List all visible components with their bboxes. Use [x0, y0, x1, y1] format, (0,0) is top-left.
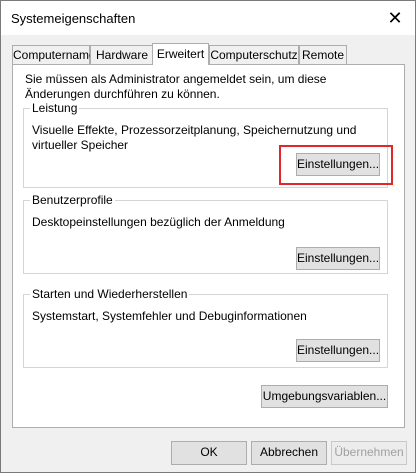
close-icon[interactable]: ✕ [381, 5, 409, 31]
cancel-button[interactable]: Abbrechen [251, 441, 327, 465]
startup-recovery-settings-button[interactable]: Einstellungen... [296, 339, 380, 362]
title-bar: Systemeigenschaften ✕ [1, 1, 415, 35]
admin-notice: Sie müssen als Administrator angemeldet … [25, 72, 327, 101]
advanced-tab-panel: Sie müssen als Administrator angemeldet … [12, 64, 405, 428]
highlight-box [279, 145, 393, 185]
window-title: Systemeigenschaften [11, 11, 136, 26]
environment-variables-button[interactable]: Umgebungsvariablen... [261, 385, 388, 408]
apply-button[interactable]: Übernehmen [331, 441, 407, 465]
startup-recovery-group: Starten und Wiederherstellen Systemstart… [23, 287, 388, 368]
tab-hardware[interactable]: Hardware [90, 45, 154, 64]
user-profiles-settings-button[interactable]: Einstellungen... [296, 247, 380, 270]
ok-button[interactable]: OK [171, 441, 247, 465]
performance-label: Leistung [30, 101, 80, 115]
system-properties-window: Systemeigenschaften ✕ Computername Hardw… [0, 0, 416, 473]
tab-computername[interactable]: Computername [12, 45, 96, 64]
startup-recovery-description: Systemstart, Systemfehler und Debuginfor… [32, 309, 307, 323]
user-profiles-group: Benutzerprofile Desktopeinstellungen bez… [23, 193, 388, 274]
user-profiles-description: Desktopeinstellungen bezüglich der Anmel… [32, 215, 285, 229]
user-profiles-label: Benutzerprofile [30, 193, 115, 207]
tab-computerschutz[interactable]: Computerschutz [209, 45, 299, 64]
startup-recovery-label: Starten und Wiederherstellen [30, 287, 190, 301]
tab-remote[interactable]: Remote [299, 45, 347, 64]
tab-erweitert[interactable]: Erweitert [152, 43, 209, 65]
